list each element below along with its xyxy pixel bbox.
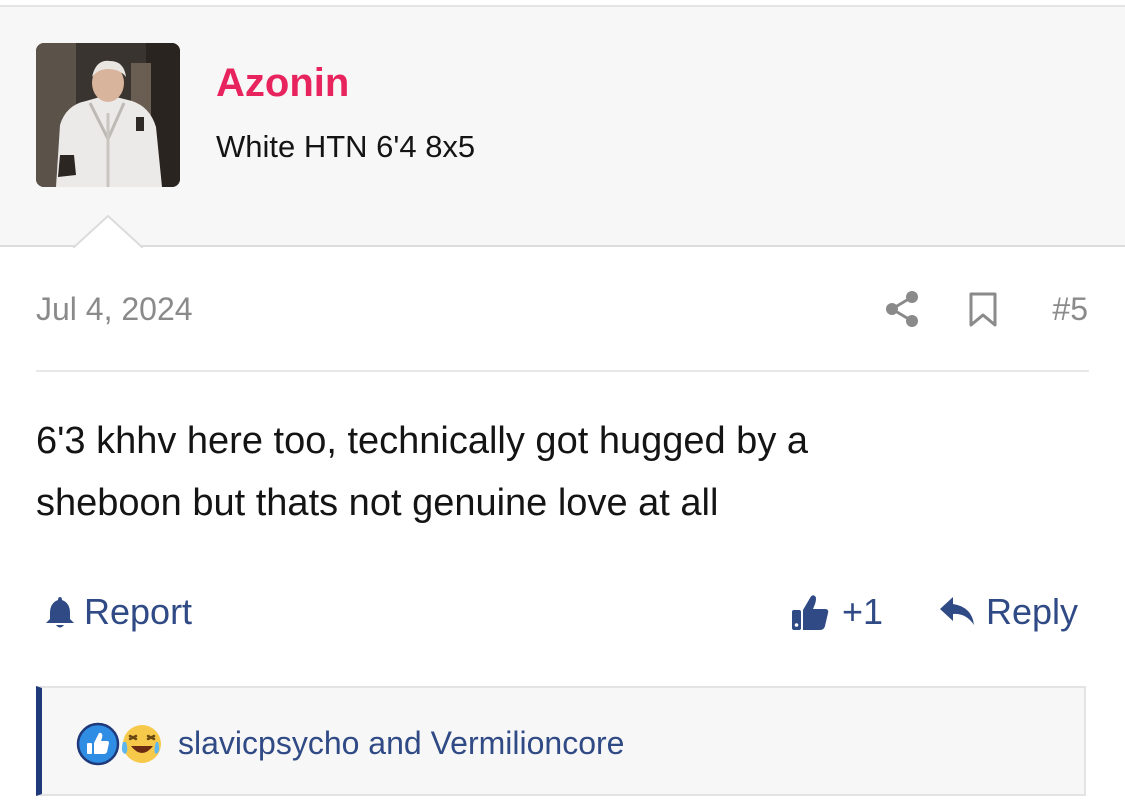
post-number-link[interactable]: #5: [1030, 289, 1088, 329]
reply-label: Reply: [986, 591, 1079, 632]
reactions-bar: slavicpsycho and Vermilioncore: [36, 686, 1086, 796]
user-header: Azonin White HTN 6'4 8x5: [0, 7, 1125, 247]
reaction-icons[interactable]: [76, 722, 168, 766]
post-body: 6'3 khhv here too, technically got hugge…: [36, 410, 1086, 534]
top-rule: [0, 0, 1125, 7]
header-pointer: [73, 214, 143, 250]
thumbs-up-icon: [792, 595, 829, 630]
reaction-users-link[interactable]: slavicpsycho and Vermilioncore: [178, 722, 624, 764]
like-count: +1: [842, 591, 884, 632]
share-button[interactable]: [884, 290, 920, 328]
share-icon: [886, 291, 918, 327]
user-title: White HTN 6'4 8x5: [216, 129, 476, 164]
reply-arrow-icon: [940, 597, 974, 625]
laugh-cry-reaction-icon: [121, 725, 161, 763]
like-button[interactable]: +1: [790, 588, 883, 636]
divider: [36, 370, 1089, 372]
bell-icon: [46, 597, 74, 628]
post-body-line: sheboon but thats not genuine love at al…: [36, 482, 719, 524]
like-reaction-icon: [76, 722, 120, 766]
reply-button[interactable]: Reply: [938, 588, 1078, 636]
bookmark-icon: [969, 292, 997, 327]
bookmark-button[interactable]: [966, 292, 1000, 328]
report-label: Report: [84, 591, 193, 632]
avatar-image: [36, 43, 180, 187]
avatar[interactable]: [36, 43, 180, 187]
author-name[interactable]: Azonin: [216, 59, 349, 107]
post-body-line: 6'3 khhv here too, technically got hugge…: [36, 420, 809, 462]
report-button[interactable]: Report: [44, 588, 192, 636]
post-date[interactable]: Jul 4, 2024: [36, 289, 193, 329]
